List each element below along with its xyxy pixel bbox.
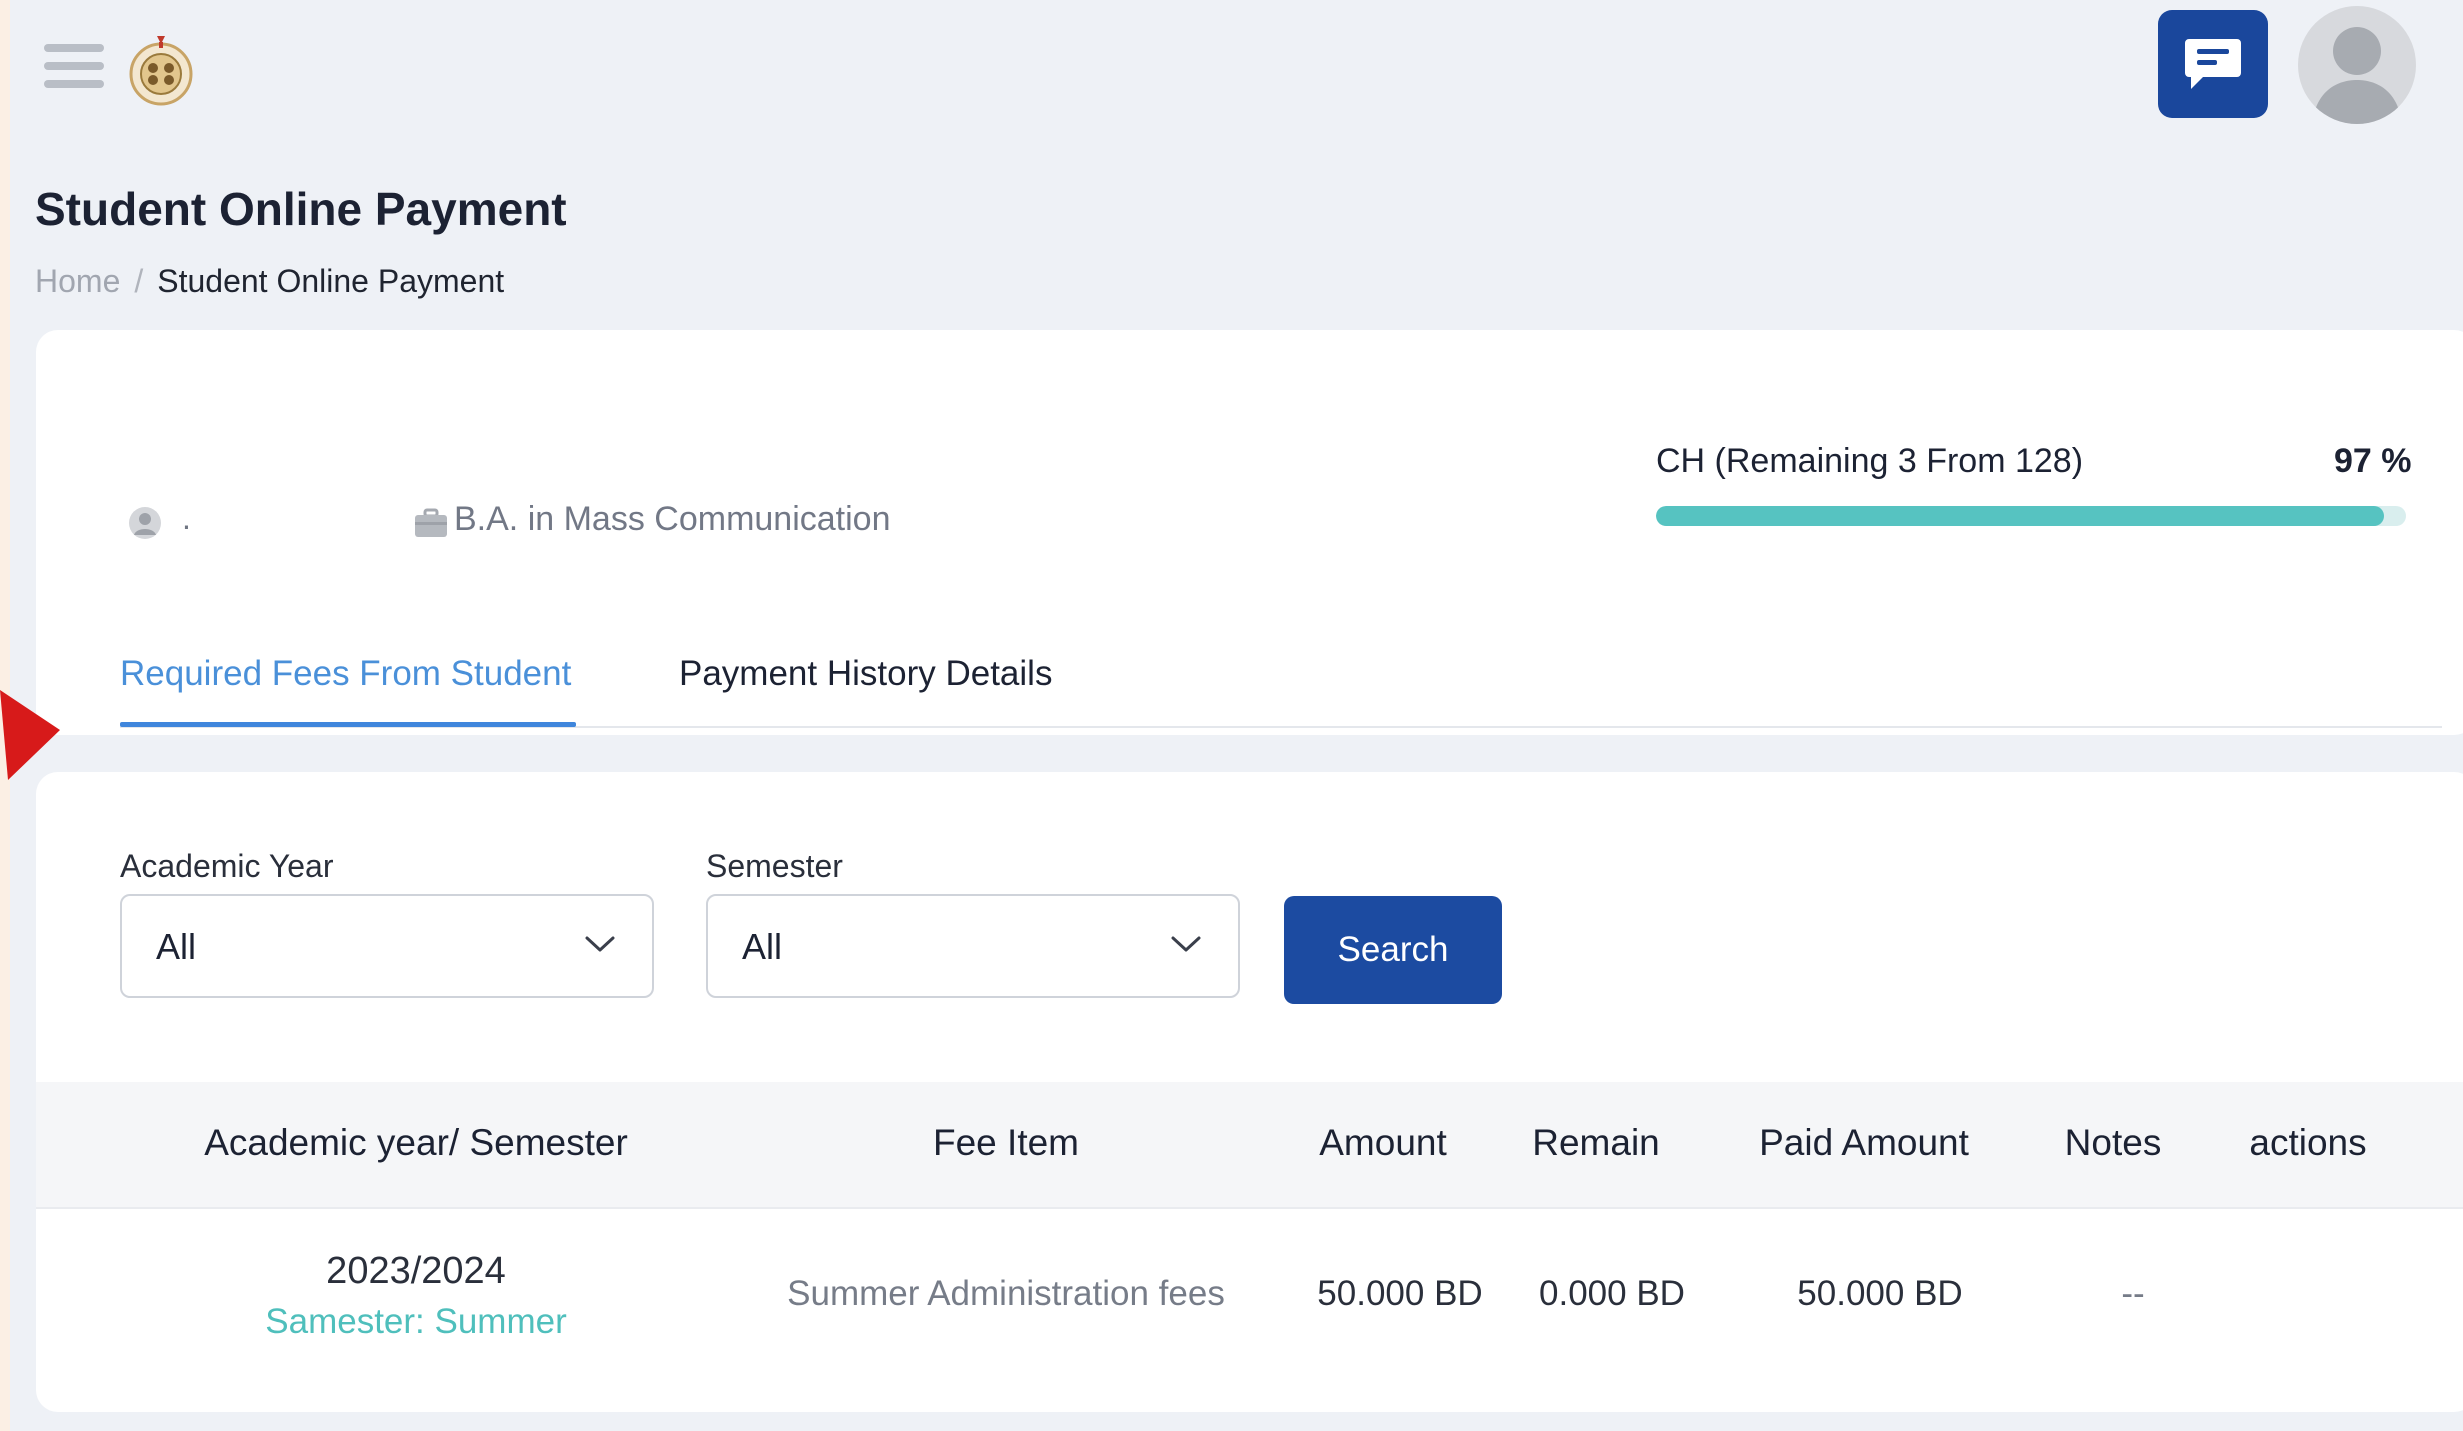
- chat-message-icon: [2185, 39, 2241, 89]
- academic-year-value: All: [156, 926, 197, 967]
- redacted-area: [166, 440, 396, 590]
- student-degree: B.A. in Mass Communication: [454, 500, 891, 538]
- chevron-down-icon: [1171, 936, 1201, 952]
- credit-hours-progress-bar: [1656, 506, 2406, 526]
- credit-hours-progress-fill: [1656, 506, 2384, 526]
- fees-card: Academic Year All Semester All Search Ac…: [36, 772, 2463, 1412]
- student-profile-card: . B.A. in Mass Communication CH (Remaini…: [36, 330, 2463, 735]
- credit-hours-percent: 97 %: [2334, 442, 2412, 480]
- semester-label: Semester: [706, 848, 843, 884]
- cell-amount: 50.000 BD: [1317, 1274, 1483, 1313]
- tab-payment-history[interactable]: Payment History Details: [679, 654, 1052, 694]
- credit-hours-label: CH (Remaining 3 From 128): [1656, 442, 2084, 480]
- breadcrumb: Home / Student Online Payment: [35, 263, 504, 300]
- column-header-academic-year: Academic year/ Semester: [204, 1122, 628, 1163]
- cell-paid-amount: 50.000 BD: [1797, 1274, 1963, 1313]
- breadcrumb-current: Student Online Payment: [157, 263, 505, 299]
- column-header-amount: Amount: [1319, 1122, 1447, 1163]
- column-header-notes: Notes: [2064, 1122, 2162, 1163]
- academic-year-label: Academic Year: [120, 848, 334, 884]
- chat-button[interactable]: [2158, 10, 2268, 118]
- search-button[interactable]: Search: [1284, 896, 1502, 1004]
- user-icon: [128, 506, 162, 545]
- user-avatar-icon[interactable]: [2298, 6, 2416, 124]
- tab-required-fees[interactable]: Required Fees From Student: [120, 654, 571, 694]
- semester-select[interactable]: All: [706, 894, 1240, 998]
- academic-year-select[interactable]: All: [120, 894, 654, 998]
- column-header-paid-amount: Paid Amount: [1759, 1122, 1969, 1163]
- page-title: Student Online Payment: [35, 183, 567, 235]
- app-window: Student Online Payment Home / Student Onli…: [10, 0, 2463, 1431]
- cell-semester: Samester: Summer: [265, 1302, 567, 1341]
- active-tab-indicator: [120, 722, 576, 727]
- table-header-row: Academic year/ Semester Fee Item Amount …: [36, 1082, 2463, 1209]
- breadcrumb-separator: /: [134, 263, 144, 299]
- breadcrumb-home-link[interactable]: Home: [35, 263, 120, 299]
- cell-fee-item: Summer Administration fees: [787, 1274, 1225, 1313]
- annotation-arrow-icon: [0, 690, 60, 780]
- university-seal-logo[interactable]: [126, 30, 196, 110]
- semester-value: All: [742, 926, 783, 967]
- student-name: .: [182, 500, 191, 536]
- briefcase-icon: [414, 508, 448, 543]
- column-header-actions: actions: [2249, 1122, 2367, 1163]
- cell-remain: 0.000 BD: [1539, 1274, 1685, 1313]
- column-header-remain: Remain: [1532, 1122, 1660, 1163]
- cell-notes: --: [2121, 1274, 2145, 1313]
- chevron-down-icon: [585, 936, 615, 952]
- cell-academic-year: 2023/2024: [326, 1250, 506, 1292]
- column-header-fee-item: Fee Item: [933, 1122, 1079, 1163]
- hamburger-menu-icon[interactable]: [44, 44, 104, 100]
